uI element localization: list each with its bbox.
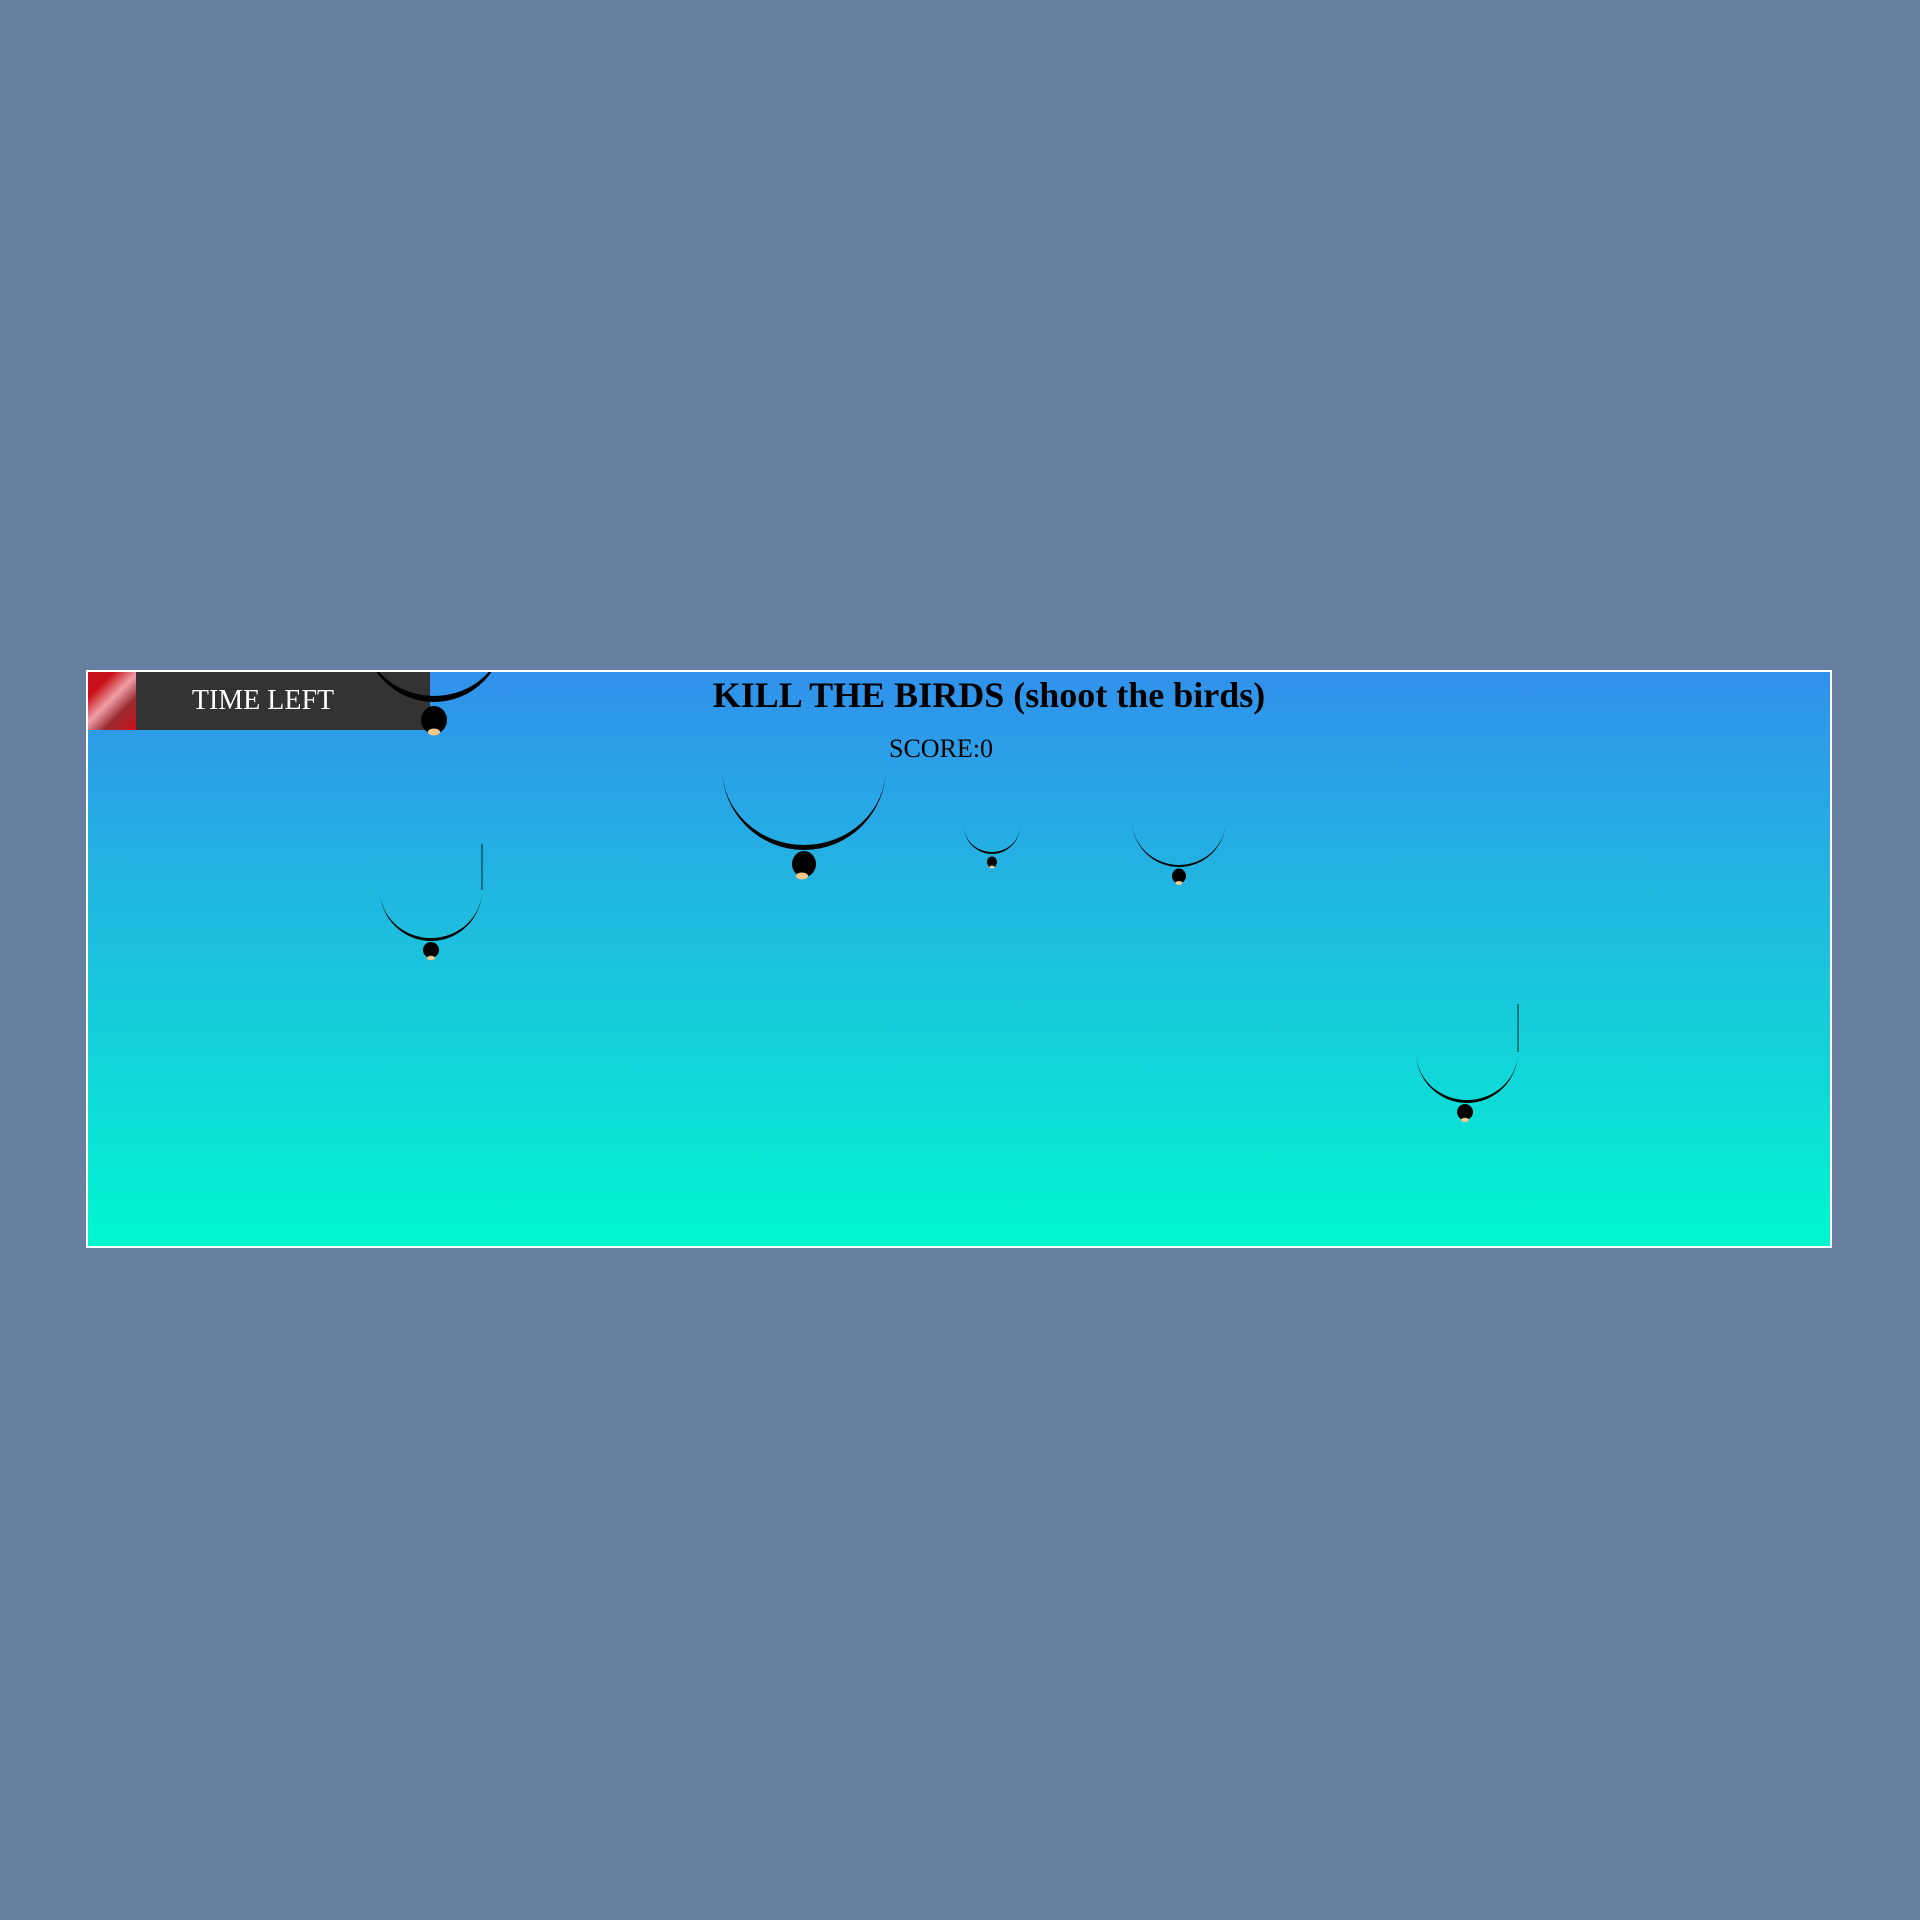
- bird-icon: [964, 826, 1020, 869]
- bird-icon: [722, 768, 886, 880]
- bird-icon: [1132, 820, 1226, 885]
- game-title: KILL THE BIRDS (shoot the birds): [712, 675, 1266, 715]
- bird-icon: [1416, 1004, 1519, 1123]
- bird-target[interactable]: [1414, 1004, 1520, 1128]
- score-display: SCORE:0: [888, 734, 994, 763]
- bird-target[interactable]: [964, 826, 1020, 870]
- bird-icon: [380, 844, 483, 961]
- bird-target[interactable]: [1132, 820, 1226, 888]
- bird-target[interactable]: [722, 768, 886, 882]
- bird-target[interactable]: [378, 844, 484, 966]
- game-canvas[interactable]: TIME LEFT KILL THE BIRDS (shoot the bird…: [86, 670, 1832, 1248]
